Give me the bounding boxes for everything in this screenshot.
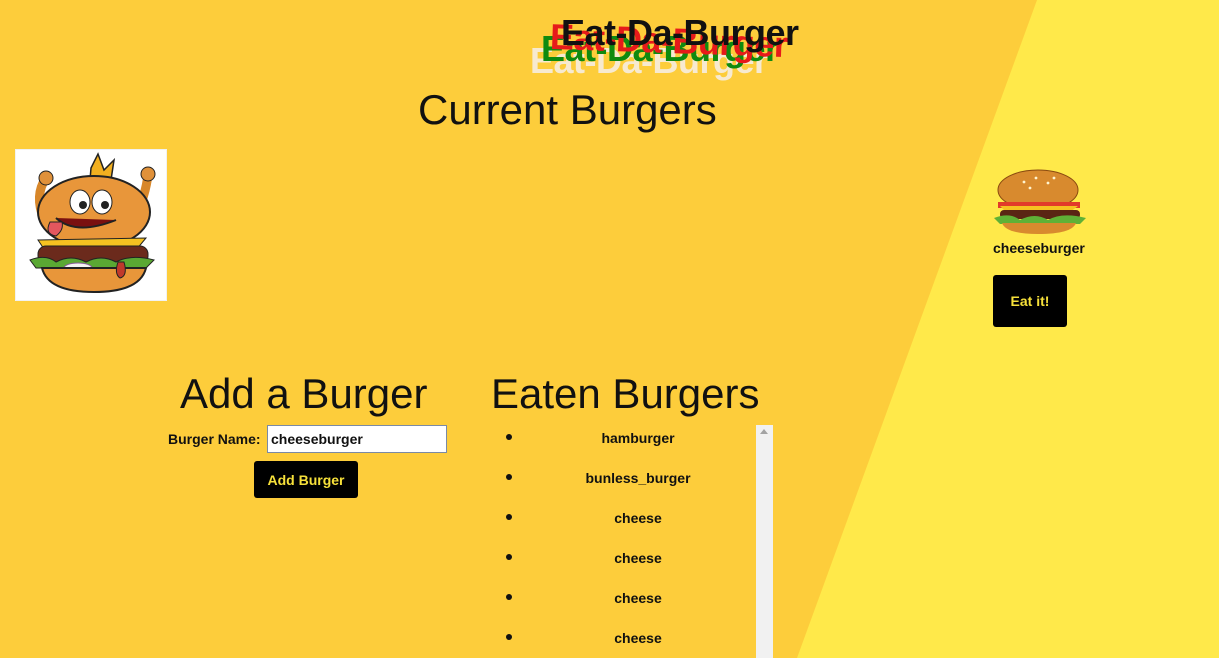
list-item: cheese bbox=[490, 550, 756, 570]
bullet-icon bbox=[506, 554, 512, 560]
eaten-burger-name: cheese bbox=[614, 590, 662, 606]
eaten-burger-name: bunless_burger bbox=[585, 470, 691, 486]
bullet-icon bbox=[506, 434, 512, 440]
list-item: bunless_burger bbox=[490, 470, 756, 490]
add-burger-button[interactable]: Add Burger bbox=[254, 461, 358, 498]
bullet-icon bbox=[506, 474, 512, 480]
list-item: cheese bbox=[490, 630, 756, 650]
page-title: Eat-Da-Burger bbox=[561, 12, 799, 53]
current-burgers-heading: Current Burgers bbox=[418, 86, 717, 133]
eaten-burger-name: cheese bbox=[614, 510, 662, 526]
bullet-icon bbox=[506, 634, 512, 640]
burger-icon bbox=[994, 169, 1086, 234]
list-item: hamburger bbox=[490, 430, 756, 450]
add-burger-heading: Add a Burger bbox=[180, 370, 428, 417]
current-burger-item bbox=[990, 168, 1094, 248]
eaten-burger-name: hamburger bbox=[601, 430, 675, 446]
burger-name-label: Burger Name: bbox=[168, 431, 261, 447]
bullet-icon bbox=[506, 514, 512, 520]
eaten-burger-name: cheese bbox=[614, 630, 662, 646]
scroll-up-arrow-icon[interactable] bbox=[760, 429, 768, 434]
list-item: cheese bbox=[490, 590, 756, 610]
eaten-burger-name: cheese bbox=[614, 550, 662, 566]
eaten-burgers-list: hamburger bunless_burger cheese cheese c… bbox=[490, 425, 756, 658]
burger-name-input[interactable] bbox=[267, 425, 447, 453]
eaten-burgers-heading: Eaten Burgers bbox=[491, 370, 760, 417]
list-item: cheese bbox=[490, 510, 756, 530]
eaten-list-scrollbar[interactable] bbox=[756, 425, 773, 658]
eat-it-button[interactable]: Eat it! bbox=[993, 275, 1067, 327]
bullet-icon bbox=[506, 594, 512, 600]
burger-mascot-image bbox=[15, 149, 167, 301]
cartoon-burger-mascot-icon bbox=[29, 152, 156, 294]
current-burger-name: cheeseburger bbox=[993, 240, 1085, 256]
